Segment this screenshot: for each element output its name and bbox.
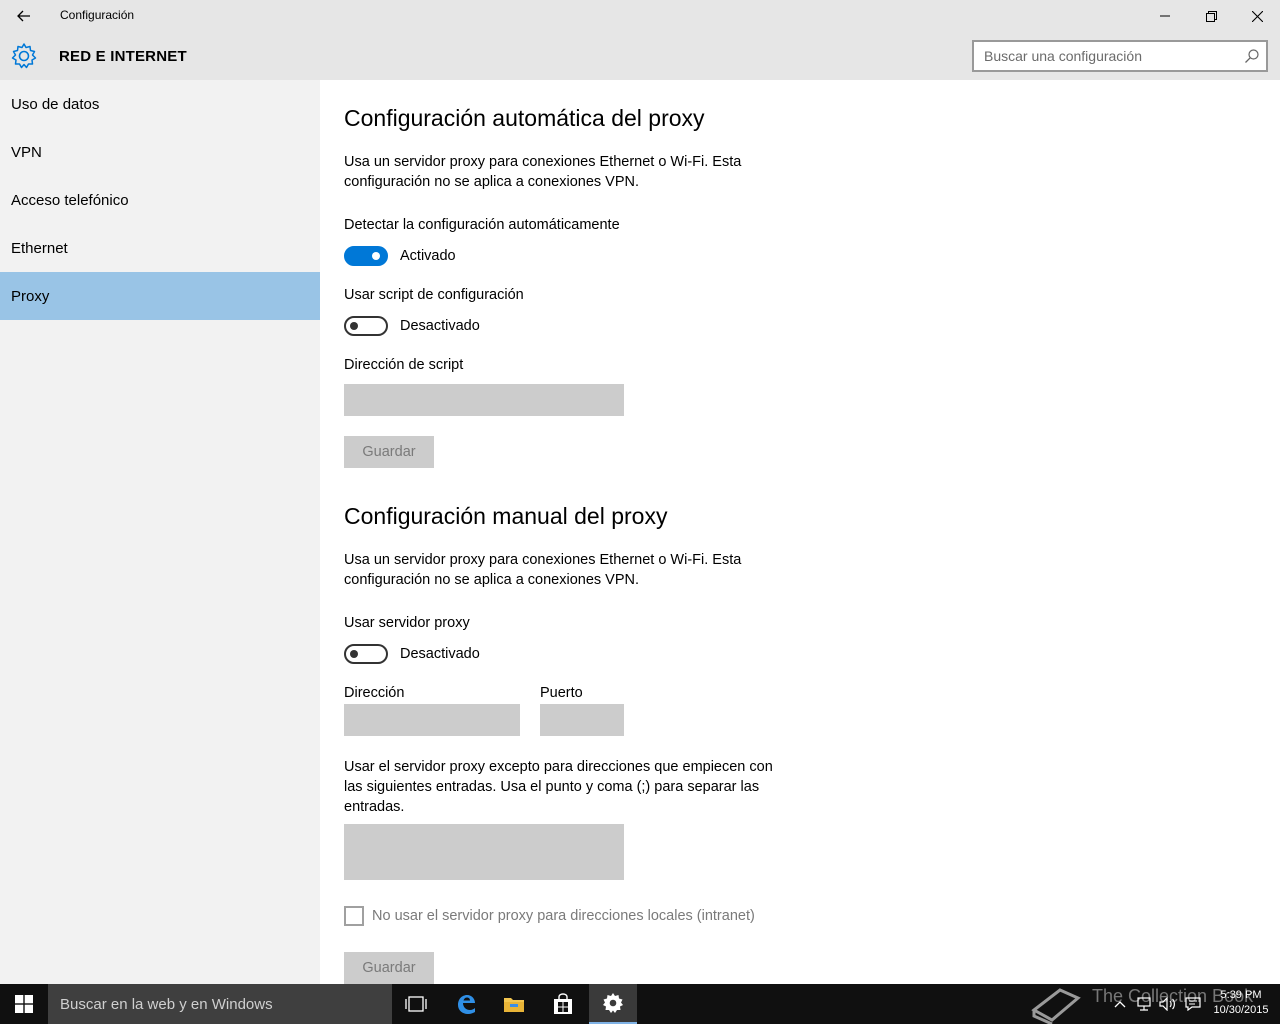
title-bar: Configuración: [0, 0, 1280, 32]
use-proxy-toggle-row[interactable]: Desactivado: [344, 644, 480, 664]
proxy-settings-panel: Configuración automática del proxy Usa u…: [320, 80, 1280, 984]
detect-settings-state: Activado: [400, 248, 456, 264]
manual-proxy-heading: Configuración manual del proxy: [344, 503, 668, 529]
settings-app-button[interactable]: [589, 984, 637, 1024]
sidebar-item-acceso-telefonico[interactable]: Acceso telefónico: [0, 176, 320, 224]
sidebar-item-vpn[interactable]: VPN: [0, 128, 320, 176]
manual-proxy-description: Usa un servidor proxy para conexiones Et…: [344, 552, 742, 588]
edge-browser-button[interactable]: [442, 984, 490, 1024]
folder-icon: [504, 998, 524, 1012]
gear-icon: [11, 43, 37, 69]
action-center-button[interactable]: [1182, 984, 1204, 1024]
arrow-left-icon: [17, 10, 30, 22]
windows-logo-icon: [15, 995, 33, 1013]
address-input[interactable]: [344, 704, 520, 736]
close-icon: [1251, 10, 1263, 22]
detect-settings-label: Detectar la configuración automáticament…: [344, 217, 620, 233]
store-icon: [554, 993, 572, 1014]
clock-time: 5:39 PM: [1220, 989, 1262, 1001]
taskbar-clock[interactable]: 5:39 PM 10/30/2015: [1206, 988, 1276, 1018]
search-icon[interactable]: [1244, 48, 1260, 64]
script-label: Usar script de configuración: [344, 287, 524, 303]
local-addresses-checkbox-row[interactable]: No usar el servidor proxy para direccion…: [344, 906, 755, 926]
manual-save-button[interactable]: Guardar: [344, 952, 434, 984]
script-address-input[interactable]: [344, 384, 624, 416]
start-button[interactable]: [0, 984, 48, 1024]
book-watermark-icon: [1031, 988, 1081, 1024]
toggle-knob: [350, 322, 358, 330]
window-title: Configuración: [60, 8, 135, 22]
close-button[interactable]: [1234, 0, 1280, 32]
use-proxy-label: Usar servidor proxy: [344, 615, 470, 631]
minimize-button[interactable]: [1142, 0, 1188, 32]
auto-save-button[interactable]: Guardar: [344, 436, 434, 468]
auto-proxy-description: Usa un servidor proxy para conexiones Et…: [344, 154, 742, 190]
taskbar: Buscar en la web y en Windows The Collec…: [0, 984, 1280, 1024]
sidebar: Uso de datos VPN Acceso telefónico Ether…: [0, 80, 320, 984]
sidebar-item-proxy[interactable]: Proxy: [0, 272, 320, 320]
use-proxy-state: Desactivado: [400, 646, 480, 662]
volume-tray-button[interactable]: [1158, 984, 1178, 1024]
sidebar-item-uso-de-datos[interactable]: Uso de datos: [0, 80, 320, 128]
back-button[interactable]: [0, 0, 48, 32]
file-explorer-button[interactable]: [490, 984, 538, 1024]
edge-icon: [458, 995, 475, 1014]
port-label: Puerto: [540, 685, 583, 701]
script-address-label: Dirección de script: [344, 357, 464, 373]
network-tray-button[interactable]: [1134, 984, 1154, 1024]
exceptions-input[interactable]: [344, 824, 624, 880]
task-view-icon: [405, 996, 427, 1012]
local-addresses-checkbox[interactable]: [344, 906, 364, 926]
notifications-icon: [1185, 997, 1201, 1011]
show-hidden-icons-button[interactable]: [1110, 984, 1130, 1024]
restore-button[interactable]: [1188, 0, 1234, 32]
script-state: Desactivado: [400, 318, 480, 334]
auto-proxy-heading: Configuración automática del proxy: [344, 105, 705, 131]
detect-settings-toggle-row[interactable]: Activado: [344, 246, 456, 266]
restore-icon: [1205, 10, 1217, 22]
local-addresses-label: No usar el servidor proxy para direccion…: [372, 908, 755, 924]
script-toggle-row[interactable]: Desactivado: [344, 316, 480, 336]
task-view-button[interactable]: [392, 984, 440, 1024]
address-label: Dirección: [344, 685, 405, 701]
network-icon: [1137, 997, 1151, 1011]
settings-search-input[interactable]: [974, 42, 1224, 70]
exceptions-label: Usar el servidor proxy excepto para dire…: [344, 759, 773, 815]
settings-header: RED E INTERNET: [0, 32, 1280, 80]
toggle-knob: [350, 650, 358, 658]
clock-date: 10/30/2015: [1213, 1004, 1269, 1016]
chevron-up-icon: [1114, 1001, 1126, 1008]
detect-settings-toggle[interactable]: [344, 246, 388, 266]
taskbar-search-box[interactable]: Buscar en la web y en Windows: [48, 984, 392, 1024]
section-title: RED E INTERNET: [59, 48, 187, 65]
store-button[interactable]: [539, 984, 587, 1024]
settings-search-box[interactable]: [972, 40, 1268, 72]
speaker-icon: [1159, 997, 1175, 1011]
sidebar-item-ethernet[interactable]: Ethernet: [0, 224, 320, 272]
port-input[interactable]: [540, 704, 624, 736]
minimize-icon: [1160, 15, 1170, 17]
use-proxy-toggle[interactable]: [344, 644, 388, 664]
gear-icon: [603, 993, 623, 1013]
toggle-knob: [372, 252, 380, 260]
script-toggle[interactable]: [344, 316, 388, 336]
